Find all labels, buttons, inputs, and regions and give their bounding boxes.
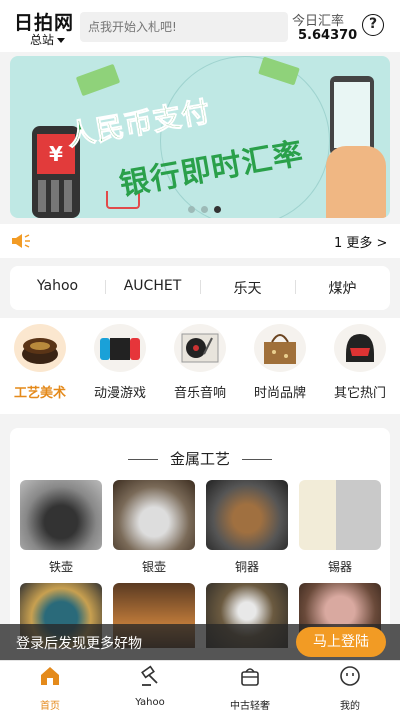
login-button[interactable]: 马上登陆 [296,627,386,657]
carousel-dot-active[interactable] [214,206,221,213]
divider [127,459,158,460]
site-auchet[interactable]: AUCHET [105,278,200,294]
login-prompt-text: 登录后发现更多好物 [16,636,142,652]
tab-label: 中古轻奢 [230,701,270,711]
product-silver-kettle[interactable]: 银壶 [113,480,195,575]
site-rakuten[interactable]: 乐天 [200,278,295,298]
category-label: 时尚品牌 [253,386,306,401]
category-label: 工艺美术 [13,386,66,401]
category-other-hot[interactable]: 其它热门 [320,324,400,401]
phone-icon [330,76,374,156]
turntable-icon [174,324,226,372]
banknote-icon [75,63,121,97]
product-iron-kettle[interactable]: 铁壶 [20,480,102,575]
category-label: 音乐音响 [173,386,226,401]
tab-label: 我的 [340,701,360,711]
category-fashion[interactable]: 时尚品牌 [240,324,320,401]
promo-banner[interactable]: ¥ 人民币支付 银行即时汇率 [10,56,390,218]
product-label: 铁壶 [48,560,73,574]
site-selector: Yahoo AUCHET 乐天 煤炉 [10,266,390,310]
tab-yahoo[interactable]: Yahoo [100,665,200,708]
product-image [20,480,102,550]
product-image [113,480,195,550]
exchange-rate-value: 5.64370 [298,28,358,43]
home-icon [41,667,59,685]
station-selector[interactable]: 总站 [30,31,66,48]
product-image [206,480,288,550]
category-anime-games[interactable]: 动漫游戏 [80,324,160,401]
metal-crafts-section: 金属工艺 铁壶 银壶 铜器 锡器 [10,428,390,648]
site-yahoo[interactable]: Yahoo [10,278,105,294]
search-input[interactable] [80,12,288,42]
smiley-icon [340,666,360,686]
notice-more-link[interactable]: 1 更多 > [334,232,387,251]
tab-label: Yahoo [135,697,165,708]
category-crafts[interactable]: 工艺美术 [0,324,80,401]
tab-vintage-luxury[interactable]: 中古轻奢 [200,665,300,711]
product-copperware[interactable]: 铜器 [206,480,288,575]
section-title: 金属工艺 [10,448,390,469]
helmet-icon [334,324,386,372]
category-label: 其它热门 [333,386,386,401]
site-mercari[interactable]: 煤炉 [295,278,390,298]
category-audio[interactable]: 音乐音响 [160,324,240,401]
product-tinware[interactable]: 锡器 [299,480,381,575]
product-label: 铜器 [234,560,259,574]
login-prompt-bar: 登录后发现更多好物 马上登陆 [0,624,400,660]
category-label: 动漫游戏 [93,386,146,401]
station-label: 总站 [30,33,55,47]
tab-mine[interactable]: 我的 [300,665,400,711]
game-console-icon [94,324,146,372]
bag-icon [241,668,259,686]
tab-label: 首页 [40,701,60,711]
carousel-dot[interactable] [201,206,208,213]
tab-home[interactable]: 首页 [0,665,100,711]
chevron-down-icon [57,38,66,43]
help-icon[interactable]: ? [362,14,384,36]
carousel-indicator[interactable] [188,198,227,217]
speaker-icon [12,234,30,248]
product-label: 锡器 [327,560,352,574]
carousel-dot[interactable] [188,206,195,213]
category-nav: 工艺美术 动漫游戏 音乐音响 时尚品牌 其它热门 [0,318,400,414]
gavel-icon [141,665,158,686]
lacquer-box-icon [14,324,66,372]
notice-bar: 1 更多 > [0,224,400,258]
bottom-tab-bar: 首页 Yahoo 中古轻奢 我的 [0,660,400,711]
product-label: 银壶 [141,560,166,574]
handbag-icon [254,324,306,372]
exchange-rate-label: 今日汇率 [292,14,345,29]
divider [242,459,272,460]
product-image [299,480,381,550]
top-header: 日拍网 总站 今日汇率 5.64370 ? [0,0,400,52]
hand-illustration [326,146,386,218]
